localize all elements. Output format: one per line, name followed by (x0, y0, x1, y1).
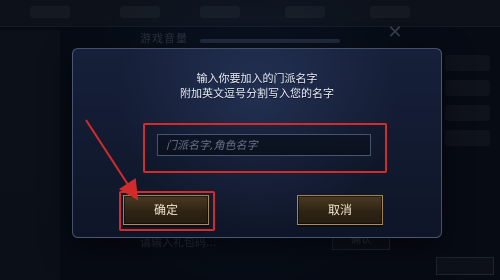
input-highlight-box (143, 123, 387, 173)
game-screen: 游戏音量 ✕ 请输入礼包码... 确认 输入你要加入的门派名字 附加英文逗号分割… (0, 0, 500, 280)
sect-and-name-input[interactable] (157, 134, 371, 156)
dialog-message-line-2: 附加英文逗号分割写入您的名字 (180, 87, 334, 100)
join-sect-dialog: 输入你要加入的门派名字 附加英文逗号分割写入您的名字 确定 取消 (72, 48, 442, 238)
dialog-message-line-1: 输入你要加入的门派名字 (196, 72, 318, 85)
dialog-message: 输入你要加入的门派名字 附加英文逗号分割写入您的名字 (73, 71, 441, 101)
ok-button[interactable]: 确定 (123, 195, 209, 225)
cancel-button[interactable]: 取消 (297, 195, 383, 225)
